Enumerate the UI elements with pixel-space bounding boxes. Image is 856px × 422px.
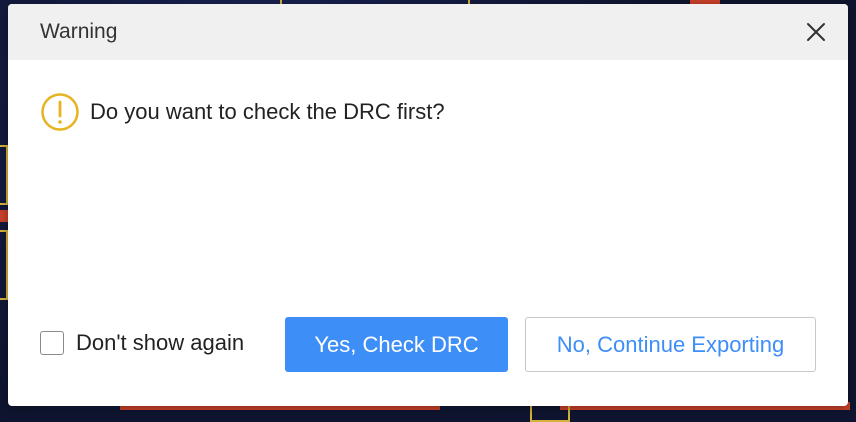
check-drc-button[interactable]: Yes, Check DRC bbox=[285, 317, 508, 372]
dont-show-again-label[interactable]: Don't show again bbox=[76, 330, 244, 356]
pcb-pad bbox=[0, 230, 8, 300]
dont-show-again-option[interactable]: Don't show again bbox=[40, 328, 244, 358]
message-row: Do you want to check the DRC first? bbox=[40, 92, 445, 132]
warning-circle-icon bbox=[40, 92, 80, 132]
continue-exporting-button[interactable]: No, Continue Exporting bbox=[525, 317, 816, 372]
close-icon bbox=[804, 20, 828, 44]
warning-dialog: Warning Do you want to check the DRC fir… bbox=[8, 4, 848, 406]
close-button[interactable] bbox=[804, 20, 828, 44]
dialog-title: Warning bbox=[40, 20, 118, 43]
dialog-header: Warning bbox=[8, 4, 848, 60]
dialog-message: Do you want to check the DRC first? bbox=[90, 99, 445, 124]
dont-show-again-checkbox[interactable] bbox=[40, 331, 64, 355]
pcb-pad bbox=[0, 145, 8, 205]
